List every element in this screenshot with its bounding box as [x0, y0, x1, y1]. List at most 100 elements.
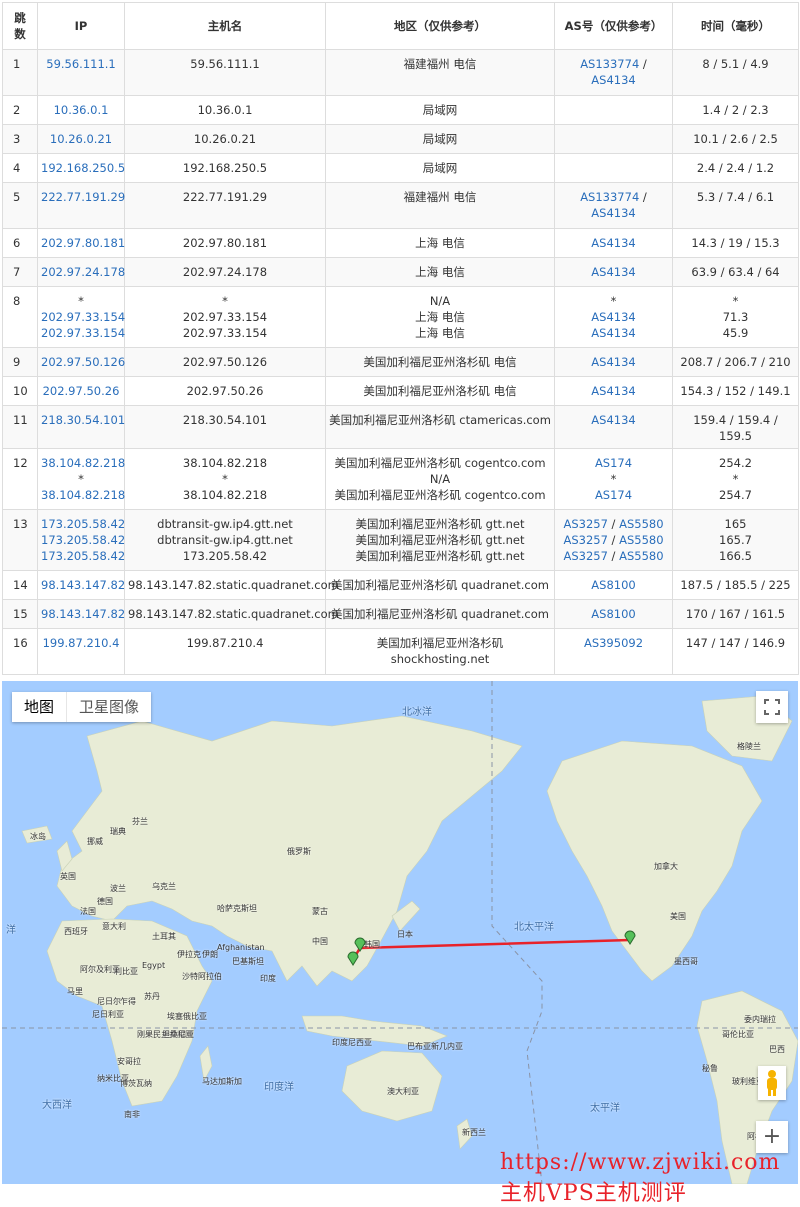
time-cell: 154.3 / 152 / 149.1	[672, 376, 799, 406]
ip-cell-line[interactable]: 59.56.111.1	[41, 56, 121, 72]
hostname-cell: 10.36.0.1	[124, 95, 326, 125]
ip-cell-line[interactable]: 173.205.58.42	[41, 516, 125, 532]
hop-cell: 13	[2, 509, 38, 571]
map-place-label: 加拿大	[654, 862, 678, 871]
ip-cell-line[interactable]: 202.97.80.181	[41, 235, 125, 251]
ip-cell-line[interactable]: 192.168.250.5	[41, 160, 125, 176]
ip-cell: 202.97.80.181	[37, 228, 125, 258]
hop-cell: 4	[2, 153, 38, 183]
ip-cell-line[interactable]: 38.104.82.218	[41, 487, 125, 503]
as-link[interactable]: AS8100	[591, 578, 635, 592]
region-cell: 局域网	[325, 153, 555, 183]
map-place-label: 澳大利亚	[387, 1087, 419, 1096]
as-link[interactable]: AS4134	[591, 326, 635, 340]
as-link[interactable]: AS5580	[619, 549, 663, 563]
hop-cell: 3	[2, 124, 38, 154]
region-cell-line: shockhosting.net	[390, 652, 490, 666]
as-link[interactable]: AS8100	[591, 607, 635, 621]
ip-cell-line[interactable]: 10.36.0.1	[41, 102, 121, 118]
as-cell: AS4134	[554, 376, 673, 406]
ip-cell-line[interactable]: 202.97.50.126	[41, 354, 125, 370]
as-cell	[554, 124, 673, 154]
marker-los-angeles[interactable]	[624, 929, 636, 945]
ip-cell-line[interactable]: 218.30.54.101	[41, 412, 125, 428]
as-link[interactable]: AS5580	[619, 517, 663, 531]
satellite-tab[interactable]: 卫星图像	[66, 692, 151, 722]
hostname-cell: 98.143.147.82.static.quadranet.com	[124, 599, 339, 629]
table-row: 1 59.56.111.1 59.56.111.1 福建福州 电信 AS133774 /…	[2, 49, 799, 96]
ip-cell-line[interactable]: 38.104.82.218	[41, 455, 125, 471]
map-place-label: 南非	[124, 1110, 140, 1119]
hop-cell: 8	[2, 286, 38, 348]
ip-cell-line[interactable]: 202.97.24.178	[41, 264, 125, 280]
ip-cell: * 202.97.33.154 202.97.33.154	[37, 286, 125, 348]
time-cell: 14.3 / 19 / 15.3	[672, 228, 799, 258]
hop-cell: 6	[2, 228, 38, 258]
map-place-label: 西班牙	[64, 927, 88, 936]
as-link[interactable]: AS4134	[591, 355, 635, 369]
fullscreen-icon	[764, 699, 780, 715]
as-link[interactable]: AS133774	[580, 57, 639, 71]
hop-cell: 14	[2, 570, 38, 600]
ip-cell-line[interactable]: 173.205.58.42	[41, 532, 125, 548]
zoom-in-button[interactable]: +	[756, 1121, 788, 1153]
ip-cell-line[interactable]: 10.26.0.21	[41, 131, 121, 147]
map-place-label: 日本	[397, 930, 413, 939]
hop-cell: 15	[2, 599, 38, 629]
hostname-cell: 202.97.50.26	[124, 376, 326, 406]
as-link[interactable]: AS4134	[591, 310, 635, 324]
ip-cell-line[interactable]: 98.143.147.82	[41, 577, 125, 593]
ip-cell-line[interactable]: 98.143.147.82	[41, 606, 125, 622]
as-link[interactable]: AS133774	[580, 190, 639, 204]
as-link[interactable]: AS4134	[591, 73, 635, 87]
as-line: AS4134	[558, 72, 669, 88]
as-link[interactable]: AS4134	[591, 265, 635, 279]
hostname-cell-line: 199.87.210.4	[186, 636, 264, 650]
ip-cell-line[interactable]: 222.77.191.29	[41, 189, 125, 205]
hostname-cell-line: 202.97.50.26	[186, 384, 264, 398]
map-type-control: 地图 卫星图像	[12, 692, 152, 722]
as-link[interactable]: AS4134	[591, 206, 635, 220]
as-link[interactable]: AS4134	[591, 384, 635, 398]
hostname-cell-line: 202.97.80.181	[182, 236, 268, 250]
map-tab[interactable]: 地图	[12, 692, 66, 722]
as-cell: AS4134	[554, 347, 673, 377]
col-as-header: AS号（仅供参考）	[554, 2, 673, 50]
region-cell: 美国加利福尼亚州洛杉矶 quadranet.com	[325, 599, 555, 629]
ip-cell-line[interactable]: 173.205.58.42	[41, 548, 125, 564]
time-cell: 159.4 / 159.4 / 159.5	[672, 405, 799, 449]
traceroute-table: 跳数 IP 主机名 地区（仅供参考） AS号（仅供参考） 时间（毫秒） 1 59.…	[2, 2, 799, 675]
hostname-cell-line: dbtransit-gw.ip4.gtt.net	[157, 533, 293, 547]
as-link[interactable]: AS4134	[591, 413, 635, 427]
ip-cell: 98.143.147.82	[37, 599, 125, 629]
hop-cell: 10	[2, 376, 38, 406]
route-map[interactable]: 北冰洋 冰岛 芬兰 瑞典 挪威 俄罗斯 英国 波兰 乌克兰 德国 法国 意大利 西班牙 土耳其 哈萨克斯坦 蒙…	[2, 681, 798, 1184]
traceroute-table-container: 跳数 IP 主机名 地区（仅供参考） AS号（仅供参考） 时间（毫秒） 1 59.…	[2, 2, 799, 675]
marker-fuzhou[interactable]	[347, 950, 359, 966]
as-link[interactable]: AS3257	[563, 533, 607, 547]
fullscreen-button[interactable]	[756, 691, 788, 723]
col-host-header: 主机名	[124, 2, 326, 50]
map-place-label: 哥伦比亚	[722, 1030, 754, 1039]
ip-cell-line[interactable]: 202.97.33.154	[41, 325, 125, 341]
as-link[interactable]: AS395092	[584, 636, 643, 650]
ip-cell-line[interactable]: 199.87.210.4	[41, 635, 121, 651]
street-view-pegman-button[interactable]	[758, 1066, 786, 1100]
ip-cell-line[interactable]: 202.97.50.26	[41, 383, 121, 399]
hop-cell: 12	[2, 448, 38, 510]
as-line: AS3257 / AS5580	[558, 532, 669, 548]
as-link[interactable]: AS4134	[591, 236, 635, 250]
as-line: AS3257 / AS5580	[558, 516, 669, 532]
as-link[interactable]: AS5580	[619, 533, 663, 547]
map-place-label: 沙特阿拉伯	[182, 972, 222, 981]
as-link[interactable]: AS174	[595, 456, 632, 470]
as-link[interactable]: AS174	[595, 488, 632, 502]
ip-cell-line[interactable]: 202.97.33.154	[41, 309, 125, 325]
map-place-label: 太平洋	[590, 1103, 620, 1114]
table-row: 4 192.168.250.5 192.168.250.5 局域网 2.4 / 2.4 …	[2, 153, 799, 183]
as-line: AS395092	[558, 635, 669, 651]
as-cell: * AS4134 AS4134	[554, 286, 673, 348]
as-link[interactable]: AS3257	[563, 517, 607, 531]
hostname-cell-line: 10.26.0.21	[193, 132, 257, 146]
as-link[interactable]: AS3257	[563, 549, 607, 563]
